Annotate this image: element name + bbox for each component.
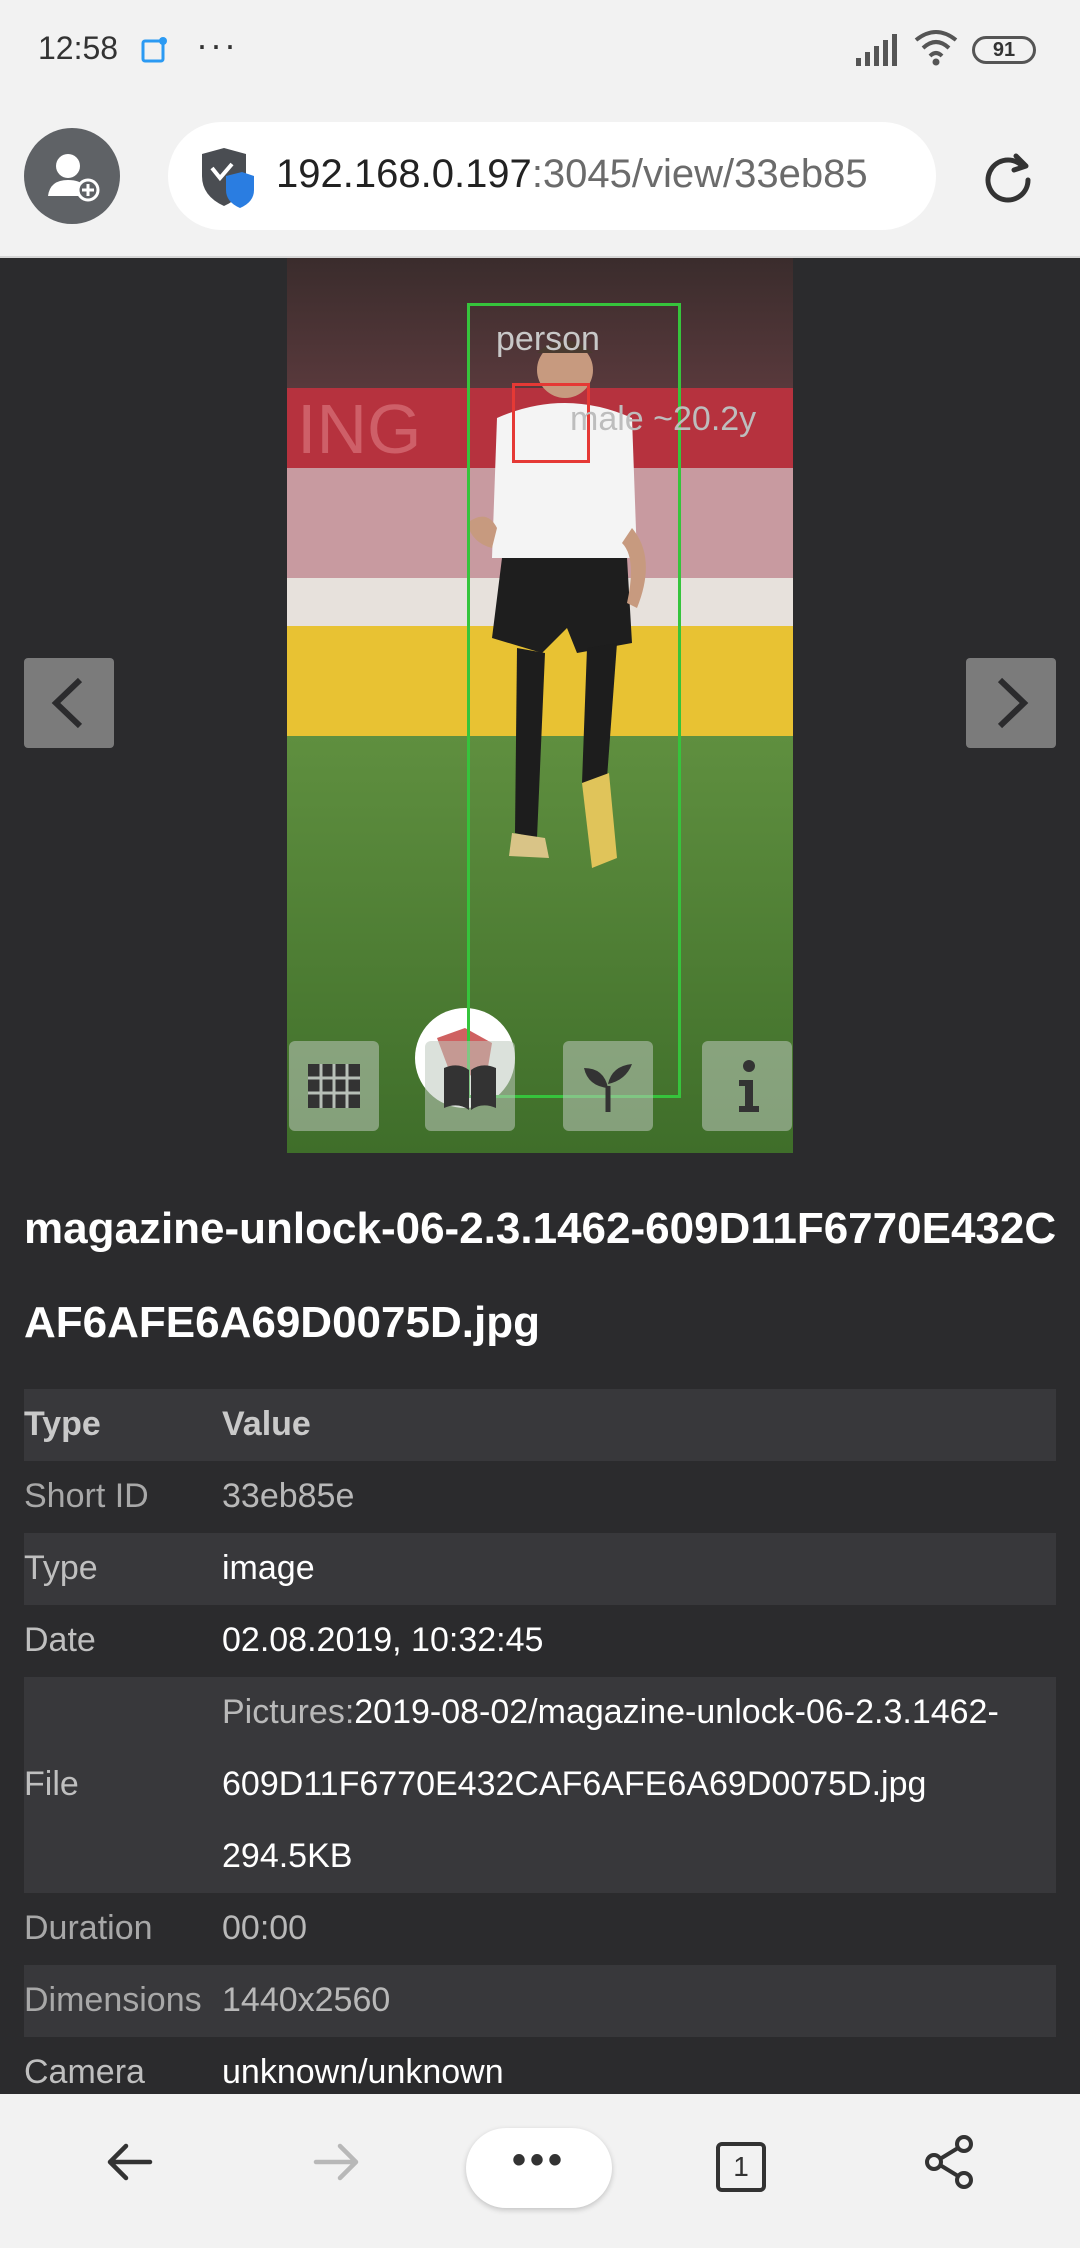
menu-button[interactable]: •••	[466, 2128, 612, 2208]
header-type: Type	[24, 1405, 101, 1443]
table-row-date: Date 02.08.2019, 10:32:45	[24, 1605, 1056, 1677]
row-value: 00:00	[222, 1909, 308, 1947]
chevron-right-icon	[997, 677, 1029, 729]
file-title: magazine-unlock-06-2.3.1462-609D11F6770E…	[24, 1204, 1057, 1347]
book-icon	[444, 1065, 496, 1110]
file-path-line-2: 609D11F6770E432CAF6AFE6A69D0075D.jpg	[222, 1765, 927, 1803]
table-row-duration: Duration 00:00	[24, 1893, 1056, 1965]
row-value: 02.08.2019, 10:32:45	[222, 1621, 544, 1659]
sprout-icon	[584, 1064, 632, 1112]
grid-icon	[308, 1064, 360, 1108]
row-value: 33eb85e	[222, 1477, 355, 1515]
row-key: Camera	[24, 2053, 145, 2091]
table-row-file: File Pictures:2019-08-02/magazine-unlock…	[24, 1677, 1056, 1893]
info-button[interactable]	[702, 1041, 792, 1131]
row-key: File	[24, 1765, 79, 1803]
chevron-left-icon	[51, 677, 83, 729]
share-icon[interactable]	[920, 2132, 980, 2192]
status-time: 12:58	[38, 30, 119, 66]
table-header: Type Value	[24, 1389, 1056, 1461]
row-key: Dimensions	[24, 1981, 202, 2019]
file-path-1: 2019-08-02/magazine-unlock-06-2.3.1462-	[354, 1693, 999, 1731]
signal-icon	[856, 34, 897, 66]
header-value: Value	[222, 1405, 311, 1443]
book-button[interactable]	[425, 1041, 515, 1131]
tabs-button[interactable]: 1	[716, 2142, 766, 2192]
table-row-camera: Camera unknown/unknown	[24, 2037, 1056, 2097]
back-arrow-icon[interactable]	[100, 2132, 160, 2192]
file-prefix: Pictures:	[222, 1693, 355, 1731]
row-key: Type	[24, 1549, 98, 1587]
next-button[interactable]	[966, 658, 1056, 748]
reload-icon[interactable]	[976, 148, 1040, 212]
table-row-type: Type image	[24, 1533, 1056, 1605]
row-value: unknown/unknown	[222, 2053, 504, 2091]
svg-text:ING: ING	[297, 390, 421, 468]
table-row-dimensions: Dimensions 1440x2560	[24, 1965, 1056, 2037]
url-text[interactable]: 192.168.0.197:3045/view/33eb85	[276, 152, 868, 197]
browser-toolbar: 192.168.0.197:3045/view/33eb85	[0, 104, 1080, 258]
add-user-icon	[48, 154, 100, 202]
person-detection-label: person	[496, 320, 600, 358]
more-dots-icon: ···	[196, 24, 238, 65]
add-user-button[interactable]	[24, 128, 120, 224]
file-size: 294.5KB	[222, 1837, 353, 1875]
table-row-short-id: Short ID 33eb85e	[24, 1461, 1056, 1533]
row-value: 1440x2560	[222, 1981, 391, 2019]
row-key: Duration	[24, 1909, 153, 1947]
browser-bottom-bar: ••• 1	[0, 2094, 1080, 2248]
row-value: image	[222, 1549, 315, 1587]
row-key: Date	[24, 1621, 96, 1659]
face-detection-label: male ~20.2y	[570, 400, 757, 438]
previous-button[interactable]	[24, 658, 114, 748]
url-host: 192.168.0.197	[276, 152, 532, 196]
forward-arrow-icon[interactable]	[306, 2132, 366, 2192]
grid-view-button[interactable]	[289, 1041, 379, 1131]
address-bar[interactable]: 192.168.0.197:3045/view/33eb85	[168, 122, 936, 230]
url-path: :3045/view/33eb85	[531, 152, 868, 196]
info-icon	[739, 1060, 759, 1112]
row-key: Short ID	[24, 1477, 149, 1515]
battery-icon: 91	[972, 36, 1036, 64]
wifi-icon	[914, 30, 958, 66]
shield-icon	[202, 148, 254, 208]
file-path-line-1: Pictures:2019-08-02/magazine-unlock-06-2…	[222, 1693, 999, 1732]
menu-icon: •••	[511, 2138, 566, 2182]
status-bar: 12:58 ··· 91	[0, 0, 1080, 104]
note-icon	[141, 37, 167, 63]
metadata-table: Type Value Short ID 33eb85e Type image D…	[24, 1389, 1056, 2097]
sprout-button[interactable]	[563, 1041, 653, 1131]
